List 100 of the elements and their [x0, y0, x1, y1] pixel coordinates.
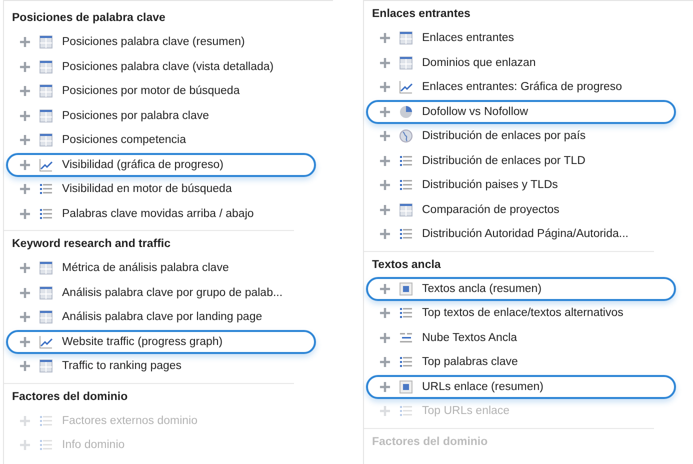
item-label: Distribución paises y TLDs	[422, 179, 558, 192]
item-label: URLs enlace (resumen)	[422, 380, 544, 393]
item-label: Posiciones por palabra clave	[62, 110, 210, 122]
table-icon	[399, 31, 413, 46]
item-label: Posiciones palabra clave (resumen)	[62, 36, 245, 48]
add-icon[interactable]	[380, 180, 390, 190]
table-icon	[39, 359, 53, 374]
add-icon[interactable]	[20, 86, 30, 96]
section-heading: Posiciones de palabra clave	[11, 11, 166, 26]
list-icon	[39, 182, 53, 196]
pie-chart-icon	[399, 104, 413, 119]
add-icon[interactable]	[380, 204, 390, 215]
report-item[interactable]: Análisis palabra clave por landing page	[6, 305, 316, 330]
list-icon	[39, 206, 53, 221]
item-label: Métrica de análisis palabra clave	[62, 262, 229, 274]
add-icon[interactable]	[380, 229, 390, 240]
list-icon	[399, 227, 413, 242]
item-label: Traffic to ranking pages	[62, 360, 182, 372]
report-item[interactable]: Posiciones por motor de búsqueda	[6, 79, 316, 104]
report-item[interactable]: Posiciones por palabra clave	[6, 104, 316, 128]
add-icon[interactable]	[20, 208, 30, 219]
item-label: Factores externos dominio	[62, 414, 198, 427]
report-item[interactable]: Posiciones palabra clave (resumen)	[6, 30, 316, 54]
table-icon	[399, 202, 413, 217]
add-icon[interactable]	[380, 82, 390, 92]
line-chart-icon	[399, 80, 413, 94]
item-label: Distribución de enlaces por país	[422, 130, 586, 142]
add-icon[interactable]	[20, 312, 30, 322]
report-item[interactable]: Posiciones palabra clave (vista detallada)	[6, 54, 316, 79]
report-item[interactable]: Enlaces entrantes	[366, 26, 676, 50]
add-icon[interactable]	[20, 62, 30, 72]
add-icon[interactable]	[380, 131, 390, 142]
list-icon	[399, 306, 413, 320]
report-item[interactable]: URLs enlace (resumen)	[366, 374, 676, 399]
report-item[interactable]: Enlaces entrantes: Gráfica de progreso	[366, 75, 676, 100]
add-icon[interactable]	[380, 156, 390, 166]
report-item[interactable]: Top textos de enlace/textos alternativos	[366, 301, 676, 326]
add-icon[interactable]	[380, 106, 390, 117]
add-icon[interactable]	[380, 332, 390, 343]
add-icon[interactable]	[20, 110, 30, 121]
section-heading: Keyword research and traffic	[11, 237, 172, 252]
table-icon	[39, 261, 53, 276]
report-item[interactable]: Nube Textos Ancla	[366, 326, 676, 350]
report-item[interactable]: Traffic to ranking pages	[6, 354, 316, 378]
line-chart-icon	[39, 158, 53, 172]
add-icon[interactable]	[20, 184, 30, 194]
report-item[interactable]: Métrica de análisis palabra clave	[6, 256, 316, 280]
line-chart-icon	[39, 334, 53, 349]
report-item[interactable]: Distribución de enlaces por país	[366, 124, 676, 148]
table-icon	[39, 60, 53, 74]
report-item[interactable]: Visibilidad en motor de búsqueda	[6, 177, 316, 202]
add-icon[interactable]	[20, 336, 30, 347]
add-icon[interactable]	[380, 284, 390, 294]
table-icon	[39, 35, 53, 50]
item-label: Textos ancla (resumen)	[422, 282, 542, 295]
add-icon[interactable]	[380, 308, 390, 318]
item-label: Website traffic (progress graph)	[62, 336, 223, 348]
list-icon	[399, 154, 413, 168]
item-label: Enlaces entrantes	[422, 32, 514, 44]
add-icon[interactable]	[20, 37, 30, 48]
item-label: Posiciones competencia	[62, 134, 186, 146]
report-item[interactable]: Comparación de proyectos	[366, 198, 676, 222]
add-icon[interactable]	[380, 357, 390, 368]
table-icon	[39, 84, 53, 98]
report-item[interactable]: Visibilidad (gráfica de progreso)	[6, 152, 316, 177]
report-item[interactable]: Textos ancla (resumen)	[366, 276, 676, 301]
section-heading: Enlaces entrantes	[371, 7, 472, 22]
report-item[interactable]: Distribución Autoridad Página/Autorida...	[366, 222, 676, 246]
add-icon[interactable]	[20, 263, 30, 274]
report-item[interactable]: Posiciones competencia	[6, 128, 316, 152]
table-icon	[399, 56, 413, 70]
square-icon	[399, 380, 413, 394]
table-icon	[39, 133, 53, 148]
item-label: Top palabras clave	[422, 356, 518, 368]
add-icon[interactable]	[20, 361, 30, 372]
report-item[interactable]: Distribución paises y TLDs	[366, 173, 676, 198]
item-label: Distribución de enlaces por TLD	[422, 154, 586, 167]
add-icon[interactable]	[380, 58, 390, 68]
list-icon	[399, 178, 413, 192]
add-icon[interactable]	[20, 135, 30, 146]
report-item[interactable]: Website traffic (progress graph)	[6, 330, 316, 354]
report-item[interactable]: Palabras clave movidas arriba / abajo	[6, 202, 316, 226]
report-item[interactable]: Distribución de enlaces por TLD	[366, 148, 676, 173]
item-label: Visibilidad (gráfica de progreso)	[62, 158, 224, 171]
item-label: Análisis palabra clave por grupo de palab...	[62, 286, 283, 299]
list-icon	[399, 355, 413, 370]
section-heading: Factores del dominio	[11, 390, 129, 404]
add-icon[interactable]	[20, 288, 30, 298]
section-heading: Factores del dominio	[371, 434, 489, 450]
table-icon	[39, 310, 53, 324]
item-label: Top URLs enlace	[422, 405, 510, 418]
globe-icon	[399, 129, 413, 144]
item-label: Top textos de enlace/textos alternativos	[422, 307, 624, 320]
report-item[interactable]: Dominios que enlazan	[366, 50, 676, 75]
report-item[interactable]: Análisis palabra clave por grupo de palab...	[6, 280, 316, 305]
add-icon[interactable]	[380, 382, 390, 392]
add-icon[interactable]	[380, 33, 390, 44]
add-icon[interactable]	[20, 160, 30, 170]
report-item[interactable]: Top palabras clave	[366, 350, 676, 374]
report-item[interactable]: Dofollow vs Nofollow	[366, 100, 676, 124]
